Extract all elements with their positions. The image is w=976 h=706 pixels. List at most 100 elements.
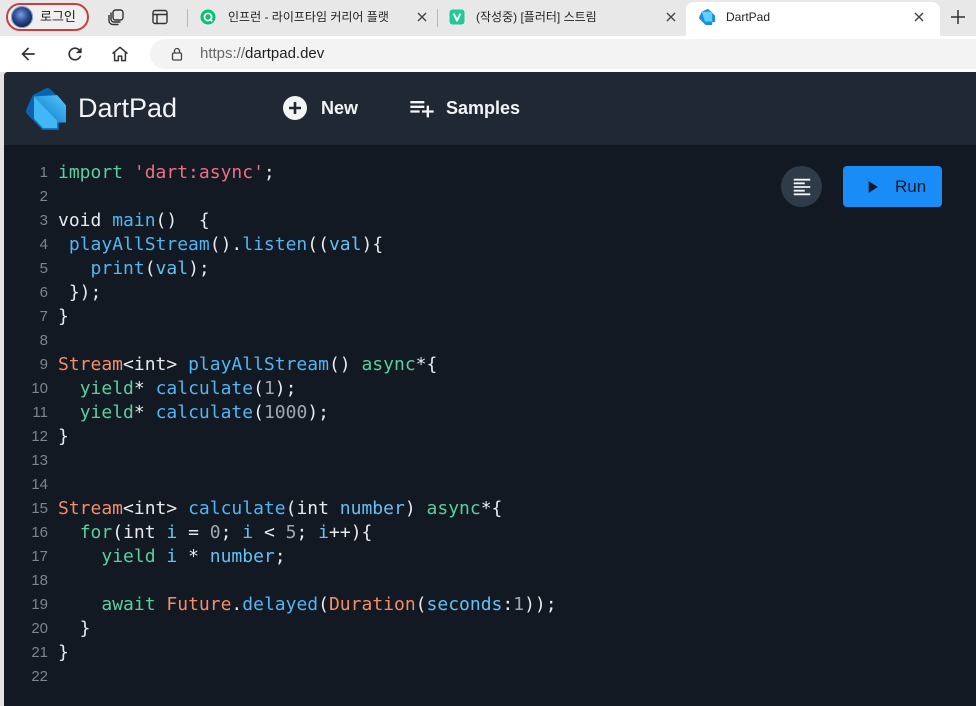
code-token-punctuation: } bbox=[58, 618, 91, 639]
code-line[interactable]: import 'dart:async'; bbox=[58, 161, 758, 185]
code-line[interactable] bbox=[58, 473, 758, 497]
code-editor[interactable]: 1 2 3 4 5 6 7 8 9 10 11 12 13 14 15 16 17 18 19 20 21 22 impo… bbox=[4, 145, 976, 706]
code-token-punctuation: * bbox=[133, 378, 156, 399]
code-token-function-name: calculate bbox=[155, 378, 254, 399]
code-area[interactable]: import 'dart:async'; void main() { playAl… bbox=[58, 161, 758, 689]
code-line[interactable]: yield i * number; bbox=[58, 545, 758, 569]
line-number: 21 bbox=[31, 644, 48, 661]
url-text[interactable]: https://dartpad.dev bbox=[200, 39, 324, 69]
close-icon[interactable] bbox=[414, 9, 430, 25]
code-token-type-name: Stream bbox=[58, 498, 124, 519]
code-token-type-name: Future bbox=[166, 594, 232, 615]
code-line[interactable] bbox=[58, 665, 758, 689]
code-token-punctuation bbox=[58, 546, 101, 567]
code-line[interactable] bbox=[58, 449, 758, 473]
new-tab-plus-icon[interactable] bbox=[948, 7, 968, 27]
tab-separator bbox=[187, 9, 188, 27]
code-token-type-name: Duration bbox=[328, 594, 416, 615]
tab-actions-icon[interactable] bbox=[150, 7, 170, 27]
run-button[interactable]: Run bbox=[843, 166, 942, 207]
refresh-icon[interactable] bbox=[65, 44, 85, 64]
home-icon[interactable] bbox=[110, 44, 130, 64]
lock-icon[interactable] bbox=[169, 46, 185, 62]
workspaces-icon[interactable] bbox=[106, 7, 126, 27]
new-button[interactable]: New bbox=[276, 90, 370, 126]
code-token-punctuation: <int> bbox=[123, 354, 189, 375]
code-token-punctuation bbox=[156, 594, 167, 615]
code-line[interactable]: void main() { bbox=[58, 209, 758, 233]
url-scheme: https:// bbox=[200, 45, 246, 62]
code-token-punctuation: ( bbox=[253, 378, 264, 399]
run-button-label: Run bbox=[895, 177, 927, 196]
tab-dartpad[interactable]: DartPad bbox=[686, 2, 940, 36]
tab-velog[interactable]: (작성중) [플러터] 스트림 bbox=[440, 2, 684, 36]
code-token-punctuation bbox=[123, 162, 134, 183]
code-token-punctuation: )); bbox=[524, 594, 557, 615]
code-line[interactable]: for(int i = 0; i < 5; i++){ bbox=[58, 521, 758, 545]
code-line[interactable]: } bbox=[58, 425, 758, 449]
code-token-punctuation: ( bbox=[318, 594, 329, 615]
code-token-punctuation: : bbox=[502, 594, 514, 615]
code-token-keyword: await bbox=[101, 594, 156, 615]
inflearn-icon bbox=[200, 9, 216, 25]
tab-title: 인프런 - 라이프타임 커리어 플랫 bbox=[228, 10, 389, 24]
code-token-punctuation: (int bbox=[112, 522, 167, 543]
code-token-punctuation: (int bbox=[285, 498, 340, 519]
code-token-punctuation: ); bbox=[307, 402, 329, 423]
code-token-identifier: number bbox=[209, 546, 275, 567]
code-token-number-literal: 0 bbox=[209, 522, 221, 543]
code-token-punctuation: } bbox=[58, 642, 69, 663]
code-line[interactable]: playAllStream().listen((val){ bbox=[58, 233, 758, 257]
samples-button[interactable]: Samples bbox=[402, 90, 530, 126]
format-button[interactable] bbox=[781, 166, 822, 207]
code-line[interactable]: await Future.delayed(Duration(seconds:1)… bbox=[58, 593, 758, 617]
code-token-identifier: seconds bbox=[426, 594, 503, 615]
code-token-punctuation: () bbox=[328, 354, 362, 375]
code-line[interactable]: yield* calculate(1); bbox=[58, 377, 758, 401]
back-arrow-icon[interactable] bbox=[18, 44, 38, 64]
code-token-keyword: yield bbox=[101, 546, 156, 567]
code-line[interactable]: Stream<int> playAllStream() async*{ bbox=[58, 353, 758, 377]
code-token-punctuation: ; bbox=[296, 522, 319, 543]
code-line[interactable] bbox=[58, 569, 758, 593]
code-line[interactable]: }); bbox=[58, 281, 758, 305]
new-button-label: New bbox=[321, 98, 359, 118]
line-number: 9 bbox=[39, 356, 48, 373]
code-token-punctuation: *{ bbox=[480, 498, 503, 519]
code-token-punctuation bbox=[58, 234, 69, 255]
velog-icon bbox=[449, 9, 465, 25]
tab-title: DartPad bbox=[726, 10, 771, 24]
tab-inflearn[interactable]: 인프런 - 라이프타임 커리어 플랫 bbox=[192, 2, 436, 36]
code-token-identifier: number bbox=[339, 498, 405, 519]
line-number: 16 bbox=[31, 524, 48, 541]
code-line[interactable]: } bbox=[58, 617, 758, 641]
profile-button[interactable]: 로그인 bbox=[6, 3, 89, 31]
line-number-gutter: 1 2 3 4 5 6 7 8 9 10 11 12 13 14 15 16 17 18 19 20 21 22 bbox=[4, 161, 48, 689]
code-token-punctuation: (( bbox=[307, 234, 329, 255]
code-token-identifier: i bbox=[318, 522, 330, 543]
code-token-identifier: i bbox=[242, 522, 254, 543]
code-line[interactable]: } bbox=[58, 305, 758, 329]
code-token-punctuation: <int> bbox=[123, 498, 189, 519]
samples-button-label: Samples bbox=[446, 98, 521, 118]
code-line[interactable] bbox=[58, 329, 758, 353]
code-token-punctuation: ){ bbox=[361, 234, 384, 255]
code-line[interactable]: } bbox=[58, 641, 758, 665]
code-token-identifier: val bbox=[328, 234, 362, 255]
code-line[interactable] bbox=[58, 185, 758, 209]
format-align-left-icon bbox=[791, 176, 813, 198]
code-line[interactable]: Stream<int> calculate(int number) async*… bbox=[58, 497, 758, 521]
code-token-function-name: main bbox=[112, 210, 156, 231]
code-token-function-name: listen bbox=[242, 234, 308, 255]
tab-title: (작성중) [플러터] 스트림 bbox=[476, 10, 597, 24]
code-line[interactable]: yield* calculate(1000); bbox=[58, 401, 758, 425]
close-icon[interactable] bbox=[911, 9, 927, 25]
code-line[interactable]: print(val); bbox=[58, 257, 758, 281]
code-token-keyword: yield bbox=[79, 378, 134, 399]
close-icon[interactable] bbox=[663, 9, 679, 25]
line-number: 11 bbox=[32, 404, 48, 421]
code-token-punctuation: () { bbox=[155, 210, 210, 231]
code-token-function-name: calculate bbox=[188, 498, 286, 519]
address-bar[interactable]: https://dartpad.dev bbox=[150, 39, 976, 69]
url-host: dartpad.dev bbox=[245, 45, 325, 62]
